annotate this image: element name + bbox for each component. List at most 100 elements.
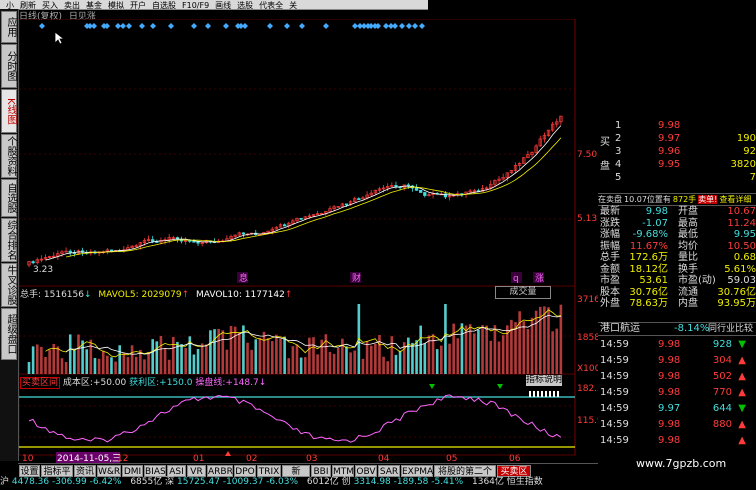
event-markers: [39, 23, 425, 29]
volume-axis-label: 37164: [577, 295, 598, 305]
volume-bar: [411, 342, 414, 374]
nav-tab[interactable]: 综合排名: [1, 218, 17, 262]
indicator-tab[interactable]: BBI: [311, 465, 331, 477]
indicator-tab[interactable]: DMI: [122, 465, 143, 477]
up-arrow-icon: ↑: [284, 290, 293, 300]
volume-bar: [390, 336, 394, 374]
chart-grid: [19, 19, 576, 456]
indicator-tab[interactable]: ASI: [167, 465, 186, 477]
event-diamond-icon[interactable]: [126, 23, 132, 29]
compare-industry-link[interactable]: 同行业比较: [708, 323, 753, 335]
profit-label: 获利区:: [129, 378, 160, 388]
volume-bar: [167, 359, 171, 374]
volume-bar: [452, 323, 455, 374]
volume-bar: [68, 334, 72, 374]
volume-bar: [101, 350, 105, 374]
indicator-help-button[interactable]: 指标说明: [526, 375, 562, 386]
event-diamond-icon[interactable]: [191, 23, 197, 29]
event-diamond-icon[interactable]: [323, 23, 329, 29]
event-diamond-icon[interactable]: [139, 23, 145, 29]
event-diamond-icon[interactable]: [412, 23, 418, 29]
event-diamond-icon[interactable]: [104, 23, 110, 29]
indicator-tab[interactable]: BIAS: [144, 465, 166, 477]
event-diamond-icon[interactable]: [392, 23, 398, 29]
tick-volume: 880: [712, 419, 732, 430]
volume-bar: [184, 348, 187, 374]
kline-chart[interactable]: 7.50 5.13 3.23 37164 18582 X100 182.5 115.9 10 20…: [19, 19, 598, 463]
nav-tab[interactable]: 个股资料: [1, 134, 17, 178]
volume-bar: [93, 358, 97, 374]
nav-tab[interactable]: 分时图: [1, 44, 17, 88]
volume-bar: [27, 362, 31, 374]
event-diamond-icon[interactable]: [223, 23, 229, 29]
volume-bars: [27, 304, 563, 374]
indicator-tick: [549, 391, 551, 397]
toolbar-item[interactable]: 开户: [130, 1, 146, 10]
indicator-tab[interactable]: W&R: [97, 465, 121, 477]
volume-bar: [374, 343, 377, 374]
event-diamond-icon[interactable]: [242, 23, 248, 29]
volume-bar: [435, 349, 439, 374]
indicator-tab[interactable]: MTM: [332, 465, 354, 477]
volume-bar: [237, 332, 241, 374]
stock-name[interactable]: 港口航运: [600, 323, 640, 335]
event-diamond-icon[interactable]: [399, 23, 405, 29]
event-diamond-icon[interactable]: [150, 23, 156, 29]
tick-price: 9.98: [658, 435, 681, 446]
volume-tab[interactable]: 成交量: [495, 286, 551, 299]
detail-link[interactable]: 查看详细: [719, 195, 751, 204]
x-axis-label: 03: [306, 454, 317, 463]
nav-tab[interactable]: 自选股: [1, 179, 17, 217]
nav-tab[interactable]: K线图: [1, 89, 17, 133]
indicator-tab[interactable]: OBV: [355, 465, 377, 477]
volume-bar: [518, 311, 521, 374]
event-diamond-icon[interactable]: [299, 23, 305, 29]
position-info: 10.07位置有: [624, 195, 671, 204]
event-diamond-icon[interactable]: [168, 23, 174, 29]
volume-bar: [270, 341, 274, 374]
event-diamond-icon[interactable]: [406, 23, 412, 29]
event-diamond-icon[interactable]: [91, 23, 97, 29]
toolbar-item[interactable]: 自选股: [152, 1, 176, 10]
indicator-tab[interactable]: VR: [187, 465, 206, 477]
indicator-tab[interactable]: 设置: [19, 465, 40, 477]
event-diamond-icon[interactable]: [267, 23, 273, 29]
nav-tab[interactable]: 应用: [1, 11, 17, 43]
cy-change: -189.58: [393, 477, 429, 487]
event-diamond-icon[interactable]: [284, 23, 290, 29]
volume-bar: [266, 338, 270, 374]
toolbar-item[interactable]: 模拟: [108, 1, 124, 10]
indicator-name[interactable]: 买卖区间: [20, 377, 61, 389]
indicator-tab[interactable]: 将股的第二个拐点P: [434, 465, 496, 489]
indicator-tab[interactable]: 买卖区间: [497, 465, 531, 489]
volume-bar: [477, 329, 480, 374]
indicator-tab[interactable]: 指标平台: [41, 465, 73, 489]
indicator-tab[interactable]: EXPMA: [401, 465, 433, 477]
toolbar-item[interactable]: F10/F9: [182, 1, 209, 10]
stat-value: 11.67%: [629, 240, 668, 252]
indicator-tab[interactable]: DPO: [234, 465, 256, 477]
nav-tab[interactable]: 牛叉诊股: [1, 263, 17, 307]
event-diamond-icon[interactable]: [120, 23, 126, 29]
toolbar-item[interactable]: 代表全: [259, 1, 283, 10]
indicator-tab[interactable]: 新DMA: [282, 465, 310, 489]
stat-label: 涨幅: [600, 229, 620, 240]
toolbar-item[interactable]: 选股: [237, 1, 253, 10]
pan-label: 盘: [600, 161, 610, 172]
bid-volume: 7: [749, 172, 756, 183]
event-diamond-icon[interactable]: [205, 23, 211, 29]
indicator-tab[interactable]: SAR: [378, 465, 400, 477]
event-diamond-icon[interactable]: [419, 23, 425, 29]
indicator-tab[interactable]: TRIX: [257, 465, 281, 477]
candle-body: [344, 203, 349, 206]
stat-value: 30.76亿: [717, 286, 756, 298]
toolbar-item[interactable]: 关: [289, 1, 297, 10]
volume-bar: [522, 321, 526, 374]
indicator-tab[interactable]: 资讯: [74, 465, 96, 477]
toolbar-item[interactable]: 画线: [215, 1, 231, 10]
price-ma10-line: [66, 137, 562, 258]
event-diamond-icon[interactable]: [39, 23, 45, 29]
nav-tab[interactable]: 超级盘口: [1, 308, 17, 360]
indicator-tab[interactable]: ARBR: [207, 465, 233, 477]
sh-label: 沪: [0, 477, 10, 487]
